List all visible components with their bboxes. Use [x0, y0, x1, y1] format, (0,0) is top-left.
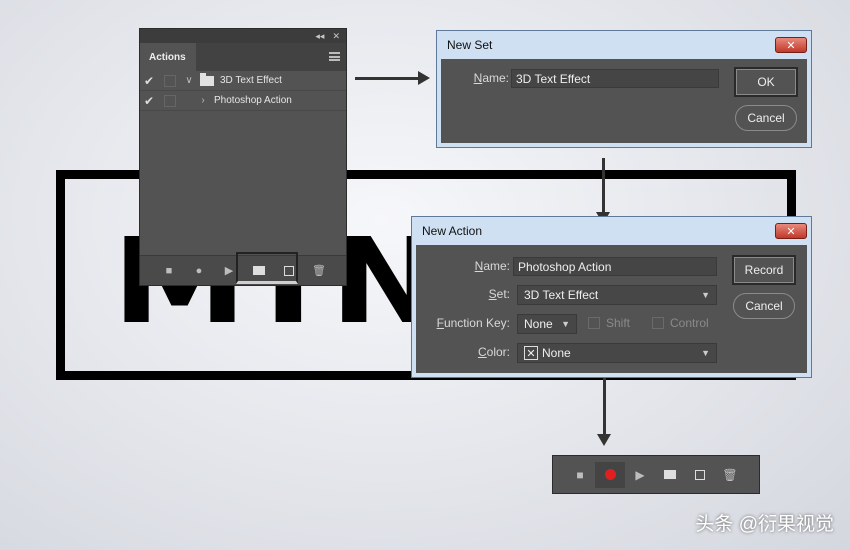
- recording-dot: [604, 469, 616, 480]
- dialog-title: New Action: [422, 224, 483, 238]
- panel-tabrow: Actions: [140, 43, 346, 71]
- toggle-check-icon[interactable]: ✔: [140, 74, 158, 88]
- delete-icon[interactable]: 🗑: [715, 462, 745, 488]
- cancel-button[interactable]: Cancel: [733, 293, 795, 319]
- actions-panel: ◂◂ ✕ Actions ✔ ∨ 3D Text Effect ✔ › Phot…: [139, 28, 347, 286]
- dialog-title: New Set: [447, 38, 493, 52]
- function-key-label: Function Key:: [436, 316, 510, 330]
- close-icon[interactable]: ✕: [775, 223, 807, 239]
- tab-actions[interactable]: Actions: [140, 43, 196, 71]
- chevron-right-icon[interactable]: ›: [196, 95, 210, 106]
- dialog-titlebar: New Set ✕: [441, 31, 807, 59]
- dialog-titlebar: New Action ✕: [416, 217, 807, 245]
- checkbox-box[interactable]: [652, 317, 664, 329]
- arrow-right: [355, 71, 430, 85]
- record-button[interactable]: Record: [732, 255, 796, 285]
- folder-icon: [200, 72, 214, 86]
- color-select[interactable]: ✕ None ▼: [517, 343, 717, 363]
- stop-icon[interactable]: ■: [154, 260, 184, 282]
- no-color-icon: ✕: [524, 346, 538, 360]
- panel-menu-icon[interactable]: [329, 52, 340, 61]
- chevron-down-icon: ▼: [701, 290, 710, 300]
- stop-icon[interactable]: ■: [565, 462, 595, 488]
- control-checkbox[interactable]: Control: [652, 316, 709, 330]
- name-label: Name:: [473, 71, 509, 85]
- function-key-select[interactable]: None ▼: [517, 314, 577, 334]
- set-select-value: 3D Text Effect: [524, 288, 599, 302]
- shift-checkbox[interactable]: Shift: [588, 316, 630, 330]
- color-label: Color:: [477, 345, 510, 359]
- color-select-value-wrap: ✕ None: [524, 346, 571, 360]
- new-set-dialog: New Set ✕ Name: 3D Text Effect OK Cancel: [436, 30, 812, 148]
- panel-topbar: ◂◂ ✕: [140, 29, 346, 43]
- chevron-down-icon[interactable]: ∨: [182, 75, 196, 86]
- ok-button[interactable]: OK: [734, 67, 798, 97]
- set-label: 3D Text Effect: [220, 75, 282, 86]
- function-key-value: None: [524, 317, 553, 331]
- dialog-toggle-box[interactable]: [164, 94, 176, 107]
- actions-bottom-toolbar: ■ ▶ 🗑: [552, 455, 760, 494]
- color-select-value: None: [542, 346, 571, 360]
- new-set-icon[interactable]: [655, 462, 685, 488]
- record-icon[interactable]: [595, 461, 625, 488]
- delete-icon[interactable]: 🗑: [304, 260, 334, 282]
- action-row[interactable]: ✔ › Photoshop Action: [140, 91, 346, 111]
- dialog-body: Name: 3D Text Effect OK Cancel: [441, 59, 807, 143]
- panel-close-icon[interactable]: ✕: [332, 31, 340, 42]
- set-name-field[interactable]: 3D Text Effect: [511, 69, 719, 88]
- arrow-down: [597, 378, 611, 446]
- record-icon[interactable]: ●: [184, 260, 214, 282]
- chevron-down-icon: ▼: [561, 319, 570, 329]
- action-label: Photoshop Action: [214, 95, 292, 106]
- new-action-icon[interactable]: [685, 462, 715, 488]
- dialog-toggle-box[interactable]: [164, 74, 176, 87]
- dialog-body: Name: Photoshop Action Set: 3D Text Effe…: [416, 245, 807, 373]
- control-label: Control: [670, 316, 709, 330]
- name-label: Name:: [474, 259, 510, 273]
- set-select[interactable]: 3D Text Effect ▼: [517, 285, 717, 305]
- arrow-down: [596, 158, 610, 224]
- panel-bottom-toolbar: ■ ● ▶ 🗑: [140, 252, 346, 285]
- shift-label: Shift: [606, 316, 631, 330]
- action-name-field[interactable]: Photoshop Action: [513, 257, 717, 276]
- cancel-button[interactable]: Cancel: [735, 105, 797, 131]
- new-action-dialog: New Action ✕ Name: Photoshop Action Set:…: [411, 216, 812, 378]
- chevron-down-icon: ▼: [701, 348, 710, 358]
- play-icon[interactable]: ▶: [625, 462, 655, 488]
- close-icon[interactable]: ✕: [775, 37, 807, 53]
- set-label: Set:: [488, 287, 510, 301]
- action-set-row[interactable]: ✔ ∨ 3D Text Effect: [140, 71, 346, 91]
- collapse-icon[interactable]: ◂◂: [315, 31, 324, 42]
- highlight-box: [236, 252, 298, 284]
- toggle-check-icon[interactable]: ✔: [140, 94, 158, 108]
- checkbox-box[interactable]: [588, 317, 600, 329]
- watermark: 头条 @衍果视觉: [695, 514, 834, 535]
